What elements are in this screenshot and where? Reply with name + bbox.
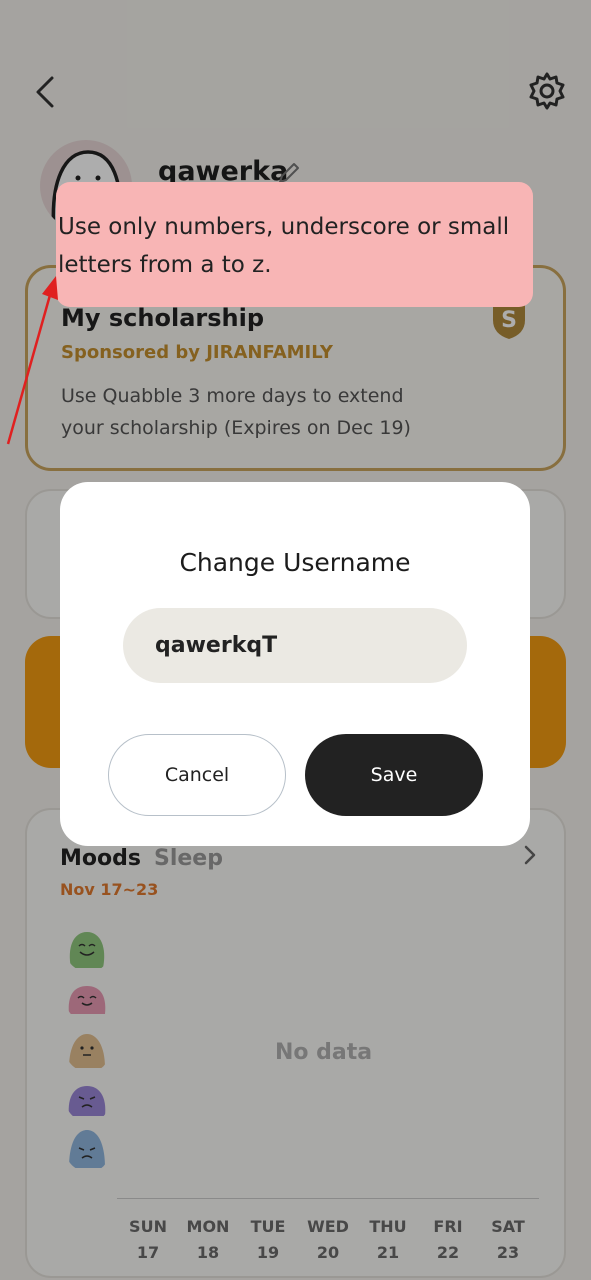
dialog-title: Change Username: [179, 548, 411, 577]
save-button[interactable]: Save: [305, 734, 483, 816]
cancel-button[interactable]: Cancel: [108, 734, 286, 816]
annotation-arrow-icon: [6, 276, 58, 445]
username-input[interactable]: [123, 608, 467, 683]
change-username-dialog: Change Username Cancel Save: [60, 482, 530, 846]
validation-tooltip: Use only numbers, underscore or small le…: [56, 182, 533, 307]
